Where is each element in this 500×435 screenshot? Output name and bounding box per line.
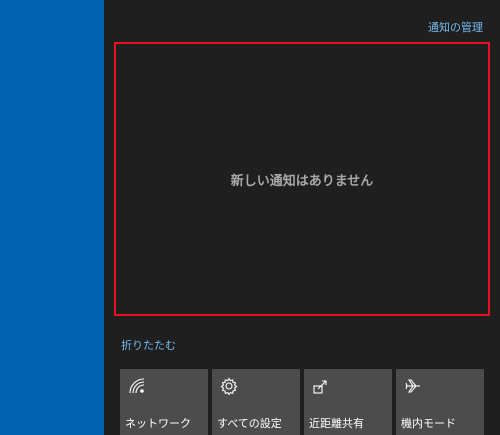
action-center-panel: 通知の管理 新しい通知はありません 折りたたむ ネットワーク すべての設定 近距… [104,0,500,435]
quick-action-label: 機内モード [401,417,456,430]
airplane-icon [404,377,422,395]
network-icon [128,377,146,395]
quick-action-label: ネットワーク [125,417,191,430]
quick-action-all-settings[interactable]: すべての設定 [212,369,300,435]
quick-action-label: 近距離共有 [309,417,364,430]
gear-icon [220,377,238,395]
quick-action-nearby-share[interactable]: 近距離共有 [304,369,392,435]
desktop-background [0,0,104,435]
notifications-area: 新しい通知はありません [114,42,490,316]
nearby-share-icon [312,377,330,395]
quick-action-airplane-mode[interactable]: 機内モード [396,369,484,435]
manage-notifications-link[interactable]: 通知の管理 [428,19,483,35]
collapse-link[interactable]: 折りたたむ [121,337,176,353]
quick-action-network[interactable]: ネットワーク [120,369,208,435]
no-notifications-message: 新しい通知はありません [230,173,374,189]
quick-actions: ネットワーク すべての設定 近距離共有 機内モード [120,369,484,435]
quick-action-label: すべての設定 [217,417,282,430]
